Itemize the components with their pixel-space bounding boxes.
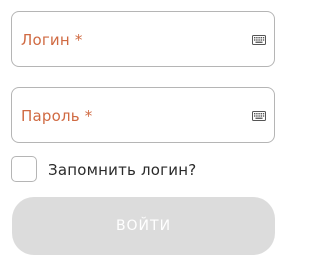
remember-login-checkbox[interactable]	[11, 156, 37, 182]
password-field[interactable]: Пароль *	[11, 87, 275, 143]
login-submit-button[interactable]: ВОЙТИ	[12, 197, 275, 255]
keyboard-icon[interactable]	[252, 35, 266, 45]
password-label: Пароль *	[21, 107, 93, 125]
login-field[interactable]: Логин *	[11, 11, 275, 67]
remember-login-label[interactable]: Запомнить логин?	[48, 160, 196, 180]
login-label: Логин *	[21, 31, 83, 49]
keyboard-icon[interactable]	[252, 111, 266, 121]
